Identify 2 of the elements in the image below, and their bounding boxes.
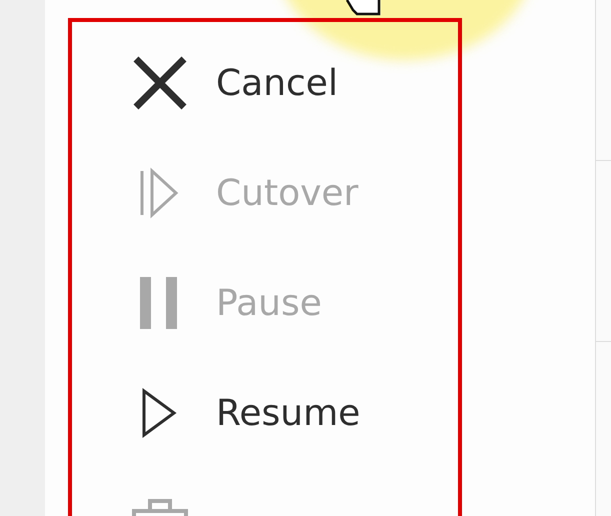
menu-item[interactable]: Resume	[72, 358, 458, 468]
menu-item[interactable]: Cancel	[72, 28, 458, 138]
